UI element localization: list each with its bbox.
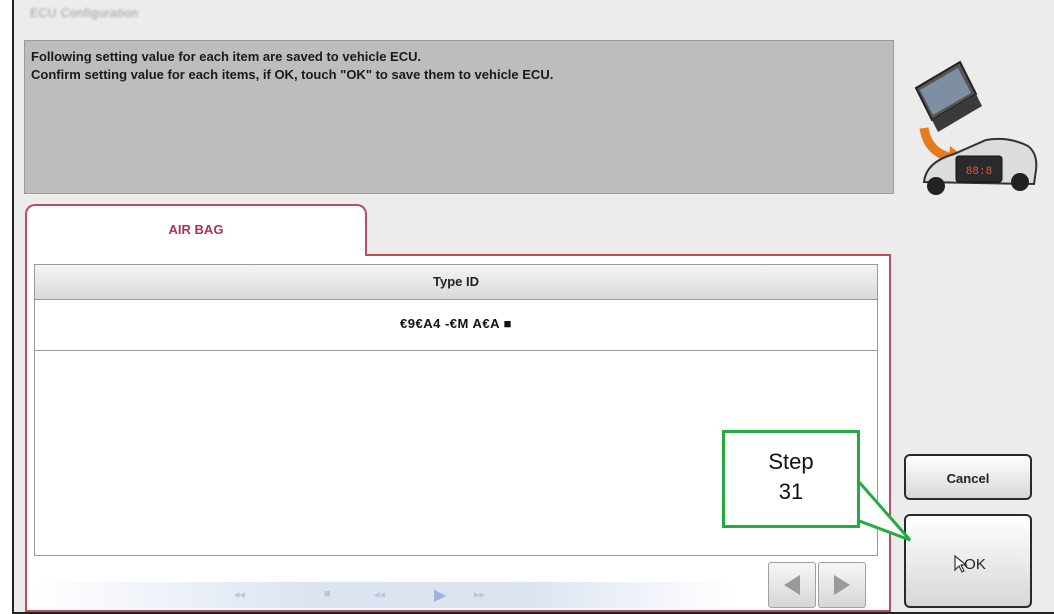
message-line-2: Confirm setting value for each items, if… xyxy=(31,67,554,82)
window-title: ECU Configuration xyxy=(30,6,139,20)
column-header-type-id: Type ID xyxy=(433,274,479,289)
media-control-overlay: ◂◂ ■ ◂◂ ▶ ▸▸ xyxy=(34,582,734,608)
table-row[interactable]: €9€A4 -€M A€A ■ xyxy=(35,300,877,351)
step-callout: Step 31 xyxy=(722,430,860,528)
callout-line-2: 31 xyxy=(778,479,804,504)
table-header: Type ID xyxy=(35,265,877,300)
prev-arrow-icon xyxy=(784,575,800,595)
next-page-button[interactable] xyxy=(818,562,866,608)
tab-air-bag-label: AIR BAG xyxy=(168,222,224,237)
svg-text:88:8: 88:8 xyxy=(966,166,992,178)
prev-page-button[interactable] xyxy=(768,562,816,608)
laptop-to-car-icon: 88:8 xyxy=(902,58,1040,198)
ok-button[interactable]: OK xyxy=(904,514,1032,608)
cancel-button-label: Cancel xyxy=(946,471,990,486)
tab-air-bag[interactable]: AIR BAG xyxy=(25,204,367,256)
type-id-value: €9€A4 -€M A€A ■ xyxy=(400,316,512,331)
message-line-1: Following setting value for each item ar… xyxy=(31,49,422,64)
ok-button-label: OK xyxy=(964,556,986,573)
message-box: Following setting value for each item ar… xyxy=(24,40,894,194)
tab-panel-border xyxy=(361,254,889,256)
next-arrow-icon xyxy=(834,575,850,595)
cancel-button[interactable]: Cancel xyxy=(904,454,1032,500)
callout-line-1: Step xyxy=(768,449,814,474)
